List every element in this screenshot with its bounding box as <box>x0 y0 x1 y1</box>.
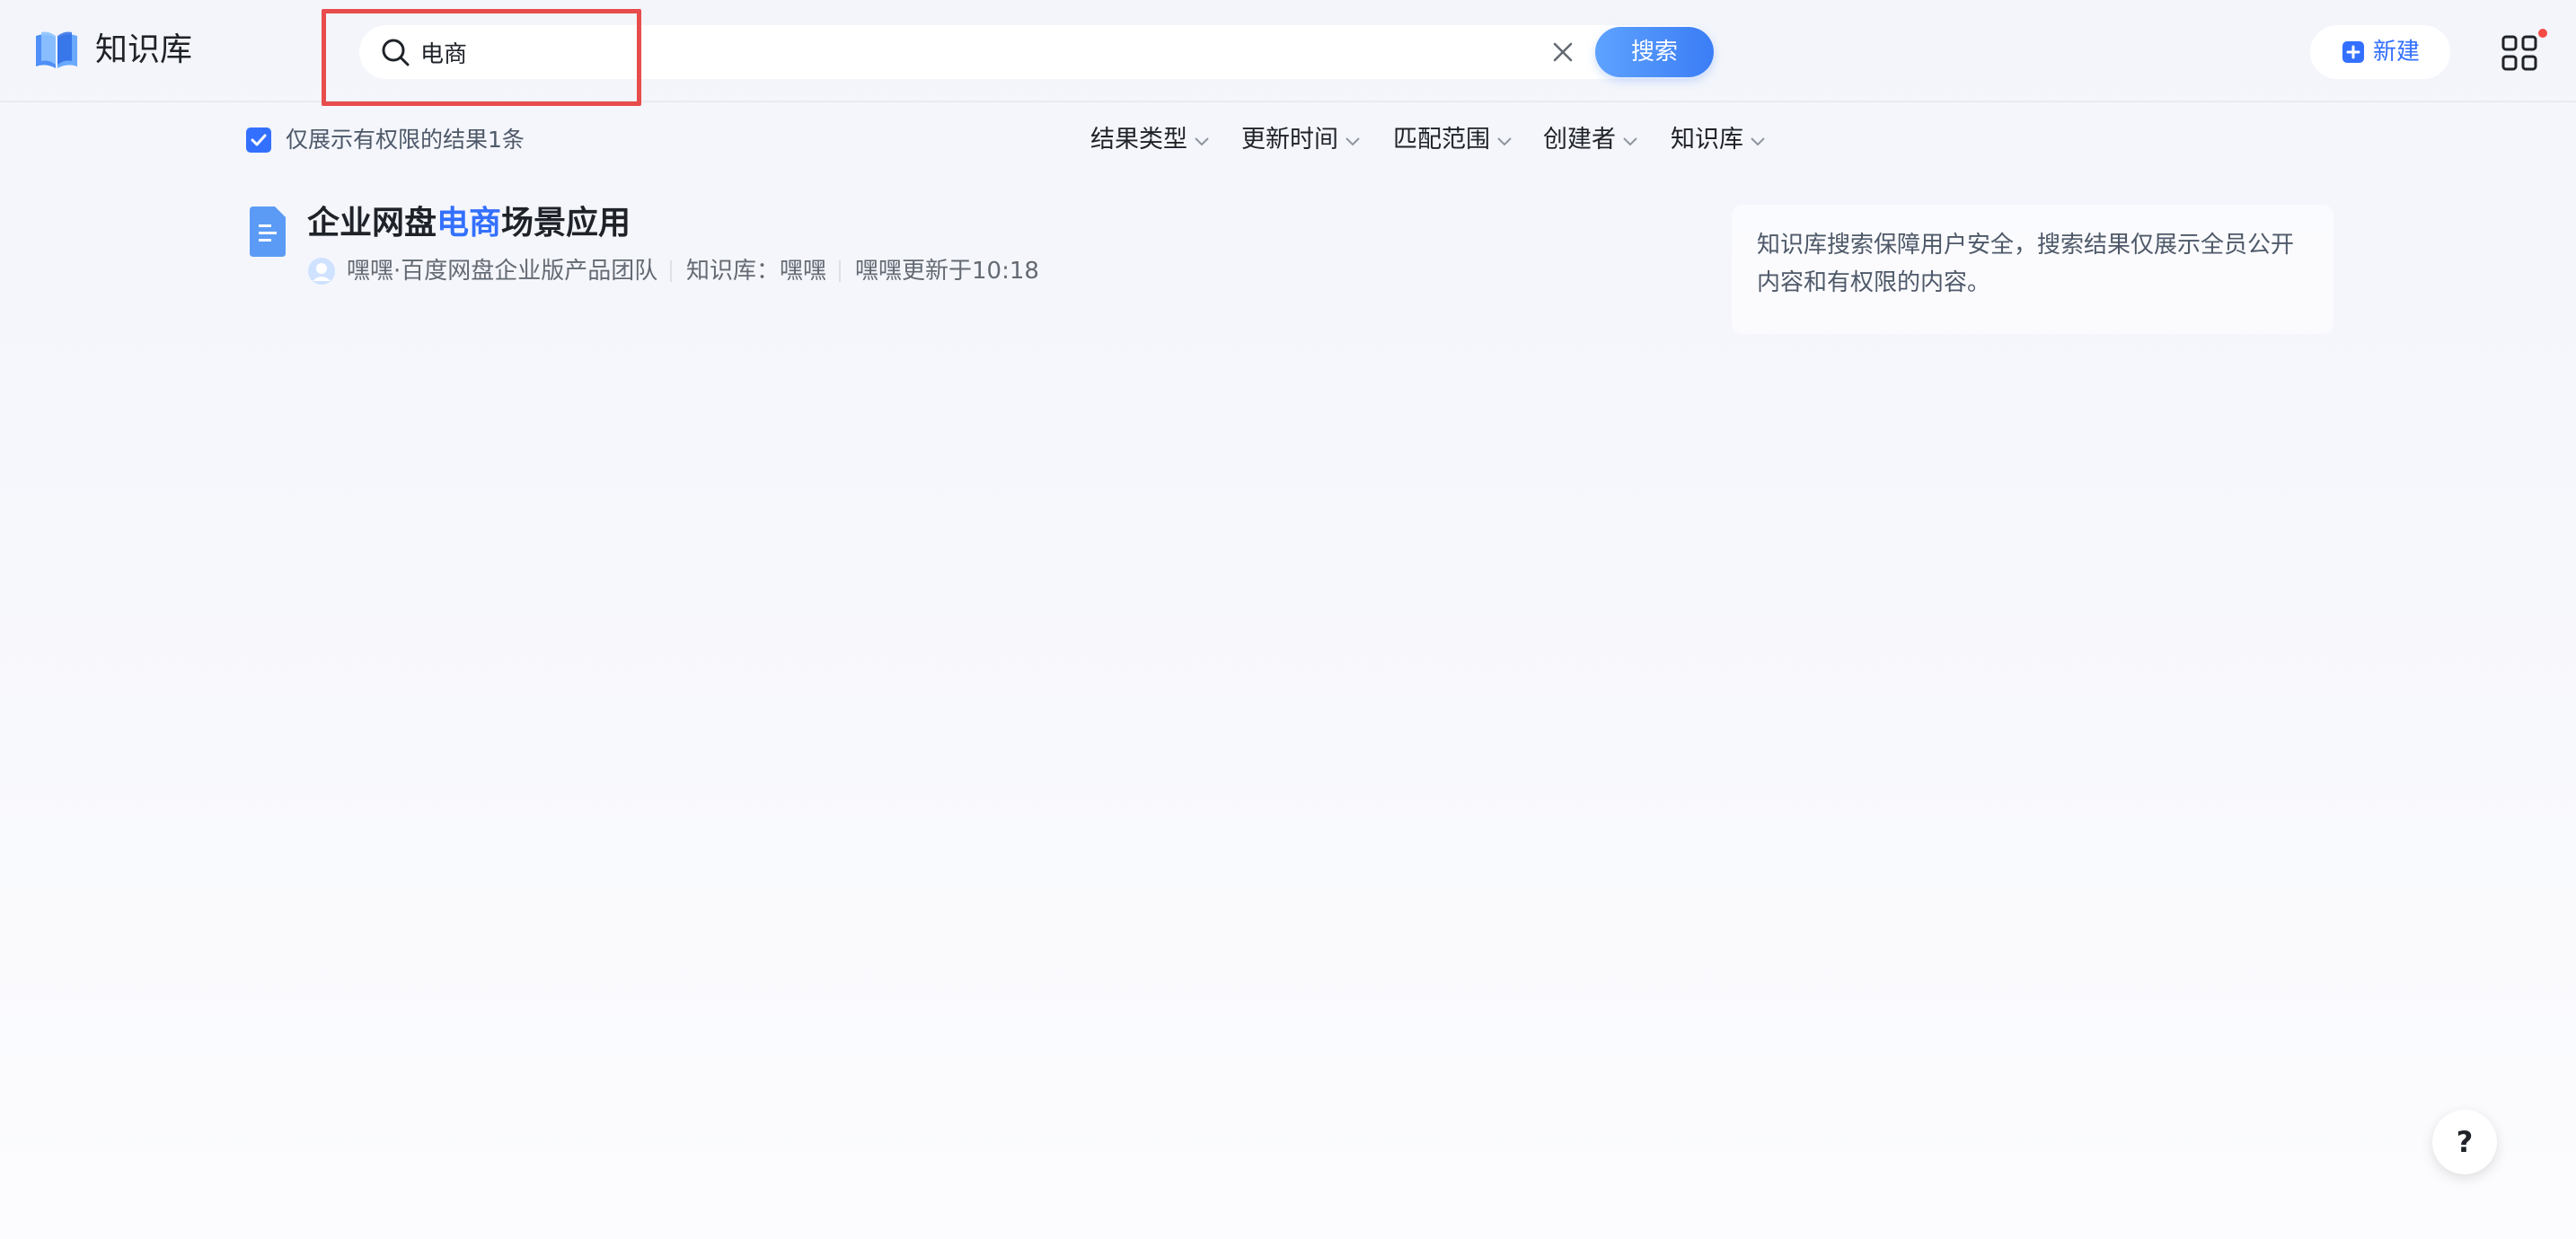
permission-checkbox[interactable] <box>246 127 271 153</box>
filter-result-type[interactable]: 结果类型 <box>1090 124 1211 156</box>
title-match-highlight: 电商 <box>437 205 502 242</box>
chevron-down-icon <box>1751 136 1765 145</box>
result-title[interactable]: 企业网盘电商场景应用 <box>307 201 631 246</box>
filter-creator[interactable]: 创建者 <box>1543 124 1639 156</box>
search-notice-card: 知识库搜索保障用户安全，搜索结果仅展示全员公开内容和有权限的内容。 <box>1732 205 2333 334</box>
new-button-label[interactable]: 新建 <box>2373 34 2420 70</box>
filter-match-scope[interactable]: 匹配范围 <box>1393 124 1513 156</box>
grid-apps-icon[interactable] <box>2501 34 2538 72</box>
filter-label: 结果类型 <box>1090 126 1187 154</box>
filter-label: 更新时间 <box>1241 126 1338 154</box>
filter-label: 知识库 <box>1671 126 1743 154</box>
title-prefix: 企业网盘 <box>307 205 437 242</box>
filter-label: 创建者 <box>1543 126 1616 154</box>
chevron-down-icon <box>1345 136 1360 145</box>
avatar <box>308 258 335 285</box>
search-icon <box>382 39 410 66</box>
notice-text: 知识库搜索保障用户安全，搜索结果仅展示全员公开内容和有权限的内容。 <box>1757 232 2295 296</box>
chevron-down-icon <box>1497 136 1512 145</box>
help-button[interactable]: ? <box>2432 1110 2497 1174</box>
divider <box>670 260 672 282</box>
filter-knowledge-base[interactable]: 知识库 <box>1671 124 1767 156</box>
result-author: 嘿嘿·百度网盘企业版产品团队 <box>347 258 658 285</box>
document-icon <box>250 206 286 257</box>
title-suffix: 场景应用 <box>501 205 631 242</box>
new-doc-icon <box>2342 41 2364 63</box>
notification-dot <box>2538 29 2547 38</box>
result-space: 知识库：嘿嘿 <box>686 258 827 285</box>
close-icon[interactable] <box>1548 38 1577 66</box>
search-input[interactable] <box>420 27 1534 77</box>
filter-update-time[interactable]: 更新时间 <box>1241 124 1362 156</box>
app-title: 知识库 <box>95 31 193 68</box>
check-icon <box>251 134 267 146</box>
chevron-down-icon <box>1195 136 1209 145</box>
chevron-down-icon <box>1623 136 1637 145</box>
permission-label[interactable]: 仅展示有权限的结果1条 <box>286 124 525 156</box>
book-logo-icon[interactable] <box>32 29 81 72</box>
divider <box>839 260 841 282</box>
result-updated: 嘿嘿更新于10:18 <box>855 258 1039 285</box>
filter-label: 匹配范围 <box>1393 126 1490 154</box>
search-button[interactable]: 搜索 <box>1595 27 1714 77</box>
